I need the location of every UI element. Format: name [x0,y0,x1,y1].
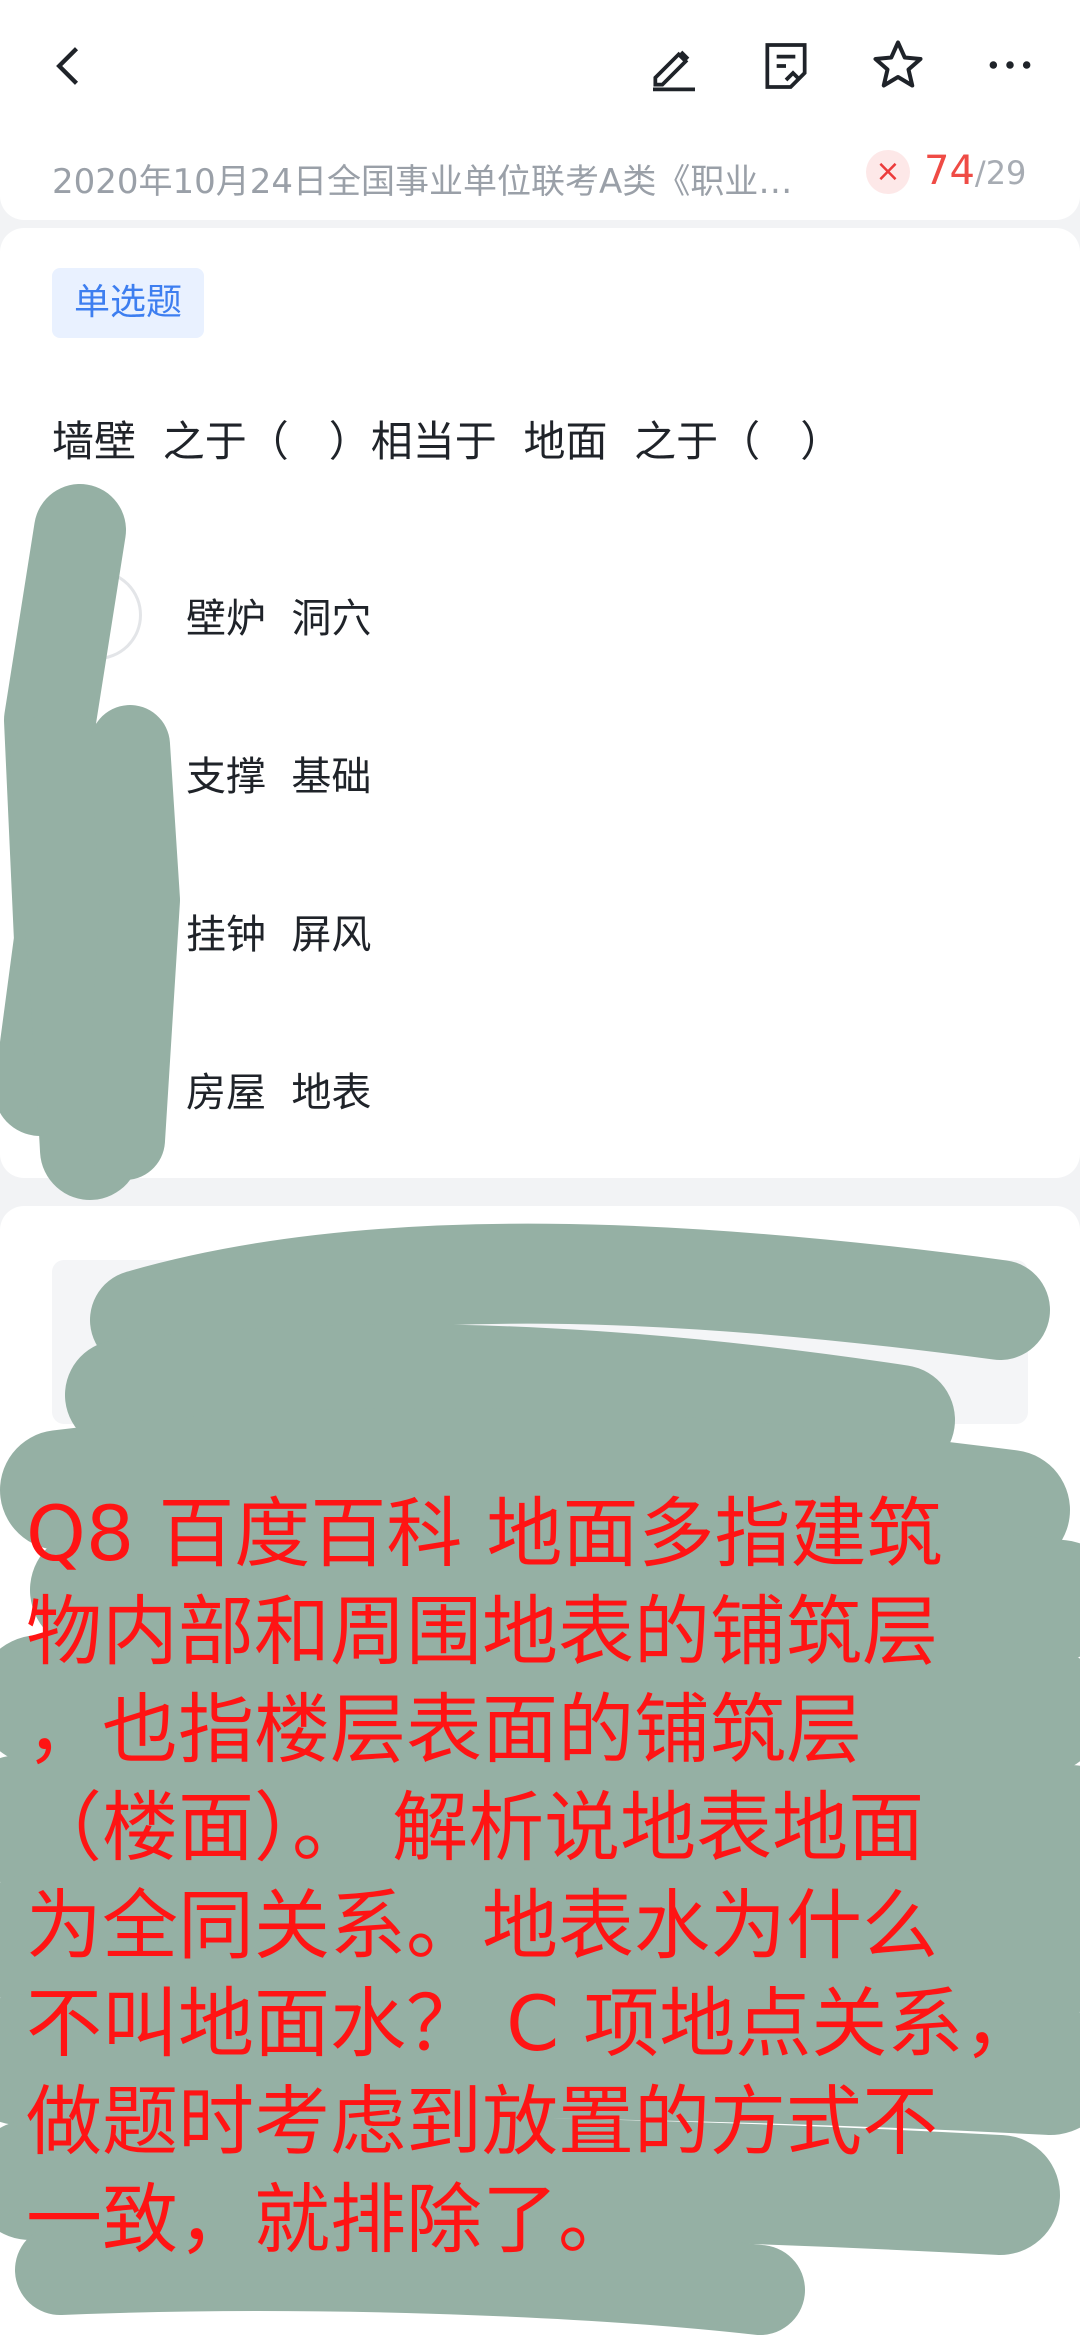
option-text: 壁炉 洞穴 [186,596,372,642]
note-line: 为全同关系。地表水为什么 [26,1881,938,1970]
exam-title[interactable]: 2020年10月24日全国事业单位联考A类《职业能... [52,154,812,203]
exam-info-bar: 2020年10月24日全国事业单位联考A类《职业能... × 74/29 [0,140,1080,220]
option-text: 支撑 基础 [186,754,372,800]
option-b[interactable]: 支撑 基础 [52,708,1012,818]
option-radio[interactable] [52,1044,142,1134]
option-d[interactable]: 房屋 地表 [52,1024,1012,1134]
chevron-left-icon[interactable] [44,36,96,96]
note-line: 一致，就排除了。 [26,2175,634,2264]
handwritten-note: Q8 百度百科 地面多指建筑 物内部和周围地表的铺筑层 ，也指楼层表面的铺筑层 … [26,1485,1080,2269]
question-progress[interactable]: 74/29 [924,148,1026,194]
current-question-number: 74 [924,148,975,194]
notes-icon[interactable] [758,36,814,96]
option-radio[interactable] [52,886,142,976]
wrong-answer-icon: × [866,150,910,194]
note-line: 做题时考虑到放置的方式不 [26,2077,938,2166]
note-line: 不叫地面水？ C 项地点关系， [26,1979,1040,2068]
question-card: 单选题 墙壁 之于（ ）相当于 地面 之于（ ） 壁炉 洞穴 支撑 基础 挂钟 … [0,228,1080,1178]
option-a[interactable]: 壁炉 洞穴 [52,550,1012,660]
question-type-badge: 单选题 [52,268,205,338]
top-navigation-bar [0,0,1080,140]
option-text: 房屋 地表 [186,1070,372,1116]
total-question-count: /29 [974,154,1027,192]
note-line: 物内部和周围地表的铺筑层 [26,1587,938,1676]
pencil-icon[interactable] [646,36,702,96]
note-line: ，也指楼层表面的铺筑层 [26,1685,862,1774]
answer-box [52,1260,1028,1424]
more-horizontal-icon[interactable] [982,40,1038,90]
star-icon[interactable] [868,34,928,96]
question-stem: 墙壁 之于（ ）相当于 地面 之于（ ） [52,417,843,466]
note-line: Q8 百度百科 地面多指建筑 [26,1489,943,1578]
option-radio[interactable] [52,728,142,818]
note-line: （楼面）。 解析说地表地面 [26,1783,925,1872]
option-radio[interactable] [52,570,142,660]
option-c[interactable]: 挂钟 屏风 [52,866,1012,976]
option-text: 挂钟 屏风 [186,912,372,958]
